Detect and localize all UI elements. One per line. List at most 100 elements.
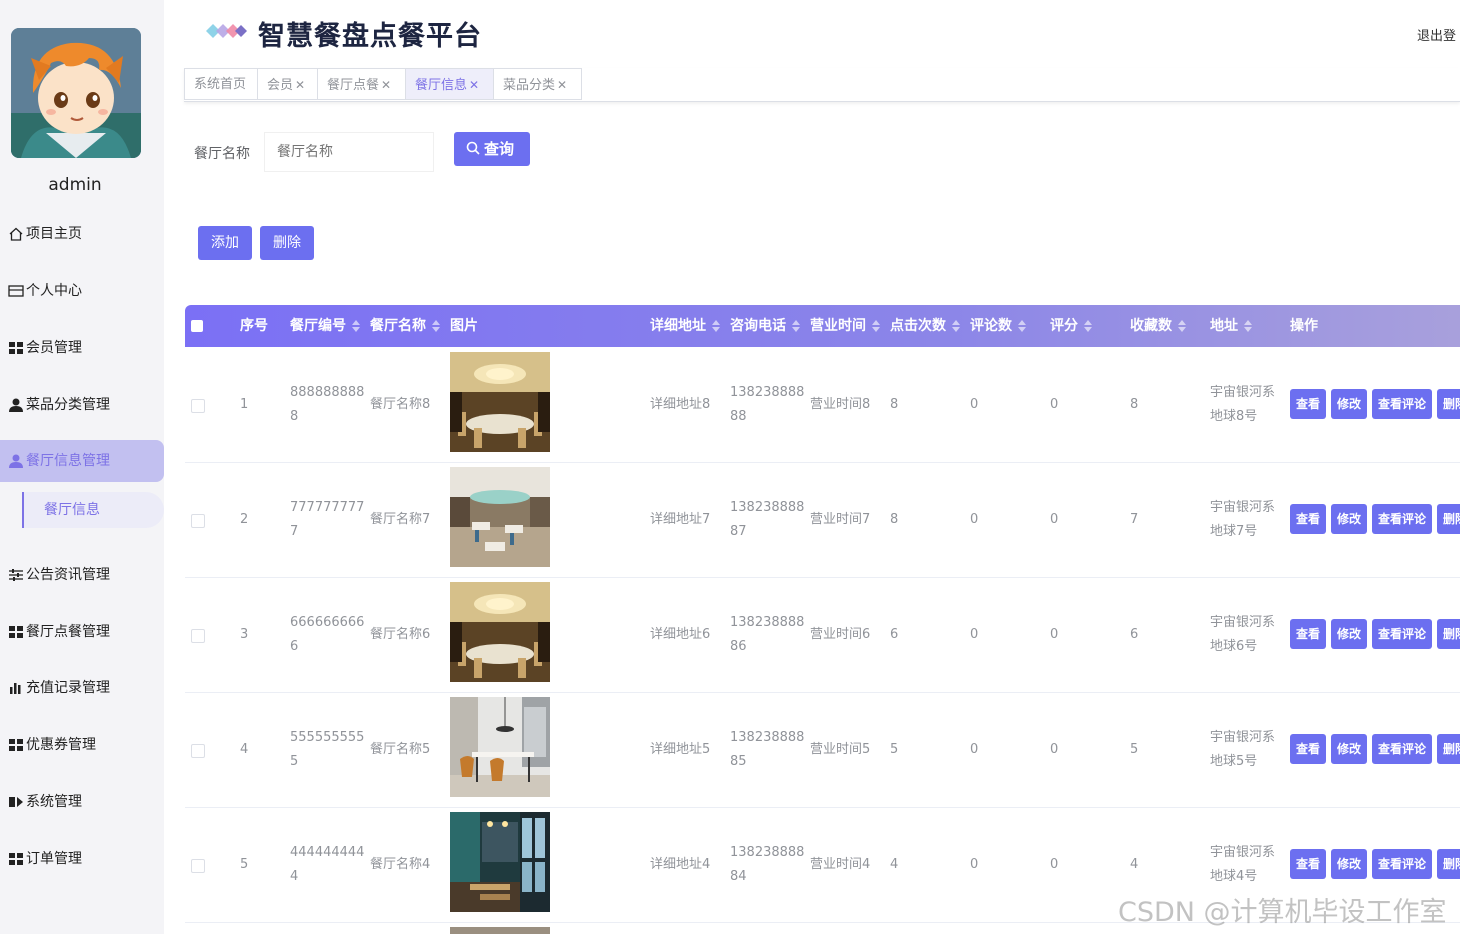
edit-button[interactable]: 修改 (1331, 849, 1368, 879)
sort-icon[interactable] (712, 320, 720, 332)
sort-icon[interactable] (1244, 320, 1252, 332)
row-checkbox[interactable] (191, 514, 205, 528)
edit-button[interactable]: 修改 (1331, 504, 1368, 534)
cell-code-line: 7 (290, 523, 299, 539)
cell-clicks: 6 (890, 626, 899, 642)
cell-favorites: 6 (1130, 626, 1139, 642)
sidebar-item-coupons[interactable]: 优惠券管理 (0, 724, 164, 766)
cell-code: 555555555 5 (290, 692, 365, 807)
view-button[interactable]: 查看 (1290, 504, 1327, 534)
cell-clicks: 8 (890, 511, 899, 527)
column-header-address[interactable]: 地址 (1210, 305, 1252, 347)
sidebar-item-ordering[interactable]: 餐厅点餐管理 (0, 611, 164, 653)
view-button[interactable]: 查看 (1290, 389, 1327, 419)
sidebar-subitem-restaurant-info[interactable]: 餐厅信息 (22, 492, 164, 528)
delete-row-button[interactable]: 删除 (1437, 619, 1460, 649)
cell-code-line: 8 (290, 408, 299, 424)
tab-bar: 系统首页 会员 ✕ 餐厅点餐 ✕ 餐厅信息 ✕ 菜品分类 ✕ (184, 68, 1460, 102)
close-icon[interactable]: ✕ (381, 78, 391, 92)
restaurant-image (450, 582, 550, 682)
search-button[interactable]: 查询 (454, 132, 530, 166)
search-input[interactable] (264, 132, 434, 172)
sidebar-item-members[interactable]: 会员管理 (0, 327, 164, 369)
column-header-favorites[interactable]: 收藏数 (1130, 305, 1186, 347)
column-header-phone[interactable]: 咨询电话 (730, 305, 800, 347)
cell-index: 4 (240, 741, 249, 757)
avatar[interactable] (11, 28, 141, 158)
delete-row-button[interactable]: 删除 (1437, 389, 1460, 419)
cell-address-line: 地球8号 (1210, 408, 1258, 424)
sidebar-item-recharge[interactable]: 充值记录管理 (0, 667, 164, 709)
cell-phone-line: 138238888 (730, 384, 805, 400)
sort-icon[interactable] (1084, 320, 1092, 332)
sidebar-item-restaurant-info[interactable]: 餐厅信息管理 (0, 440, 164, 482)
add-button[interactable]: 添加 (198, 226, 252, 260)
close-icon[interactable]: ✕ (557, 78, 567, 92)
sort-icon[interactable] (1178, 320, 1186, 332)
sort-icon[interactable] (1018, 320, 1026, 332)
page-title: 智慧餐盘点餐平台 (258, 21, 482, 52)
sidebar-item-label: 系统管理 (26, 794, 82, 810)
home-icon (9, 227, 23, 241)
tab-restaurant-info[interactable]: 餐厅信息 ✕ (405, 68, 494, 100)
cell-detail-address: 详细地址4 (650, 856, 711, 872)
column-header-name[interactable]: 餐厅名称 (370, 305, 440, 347)
cell-address: 宇宙银河系 地球6号 (1210, 577, 1285, 692)
select-all-checkbox[interactable] (191, 320, 203, 332)
sidebar-item-label: 优惠券管理 (26, 737, 96, 753)
sidebar-item-dish-category[interactable]: 菜品分类管理 (0, 384, 164, 426)
sidebar-item-orders[interactable]: 订单管理 (0, 838, 164, 880)
view-comments-button[interactable]: 查看评论 (1372, 619, 1433, 649)
column-header-comments[interactable]: 评论数 (970, 305, 1026, 347)
column-header-rating[interactable]: 评分 (1050, 305, 1092, 347)
view-button[interactable]: 查看 (1290, 849, 1327, 879)
sort-icon[interactable] (952, 320, 960, 332)
column-header-detail-address[interactable]: 详细地址 (650, 305, 720, 347)
view-comments-button[interactable]: 查看评论 (1372, 389, 1433, 419)
delete-row-button[interactable]: 删除 (1437, 734, 1460, 764)
sort-icon[interactable] (872, 320, 880, 332)
row-checkbox[interactable] (191, 859, 205, 873)
sidebar-item-system[interactable]: 系统管理 (0, 781, 164, 823)
close-icon[interactable]: ✕ (295, 78, 305, 92)
sort-icon[interactable] (432, 320, 440, 332)
view-comments-button[interactable]: 查看评论 (1372, 734, 1433, 764)
tab-dish-category[interactable]: 菜品分类 ✕ (493, 68, 582, 100)
delete-row-button[interactable]: 删除 (1437, 849, 1460, 879)
sidebar-item-news[interactable]: 公告资讯管理 (0, 554, 164, 596)
row-checkbox[interactable] (191, 744, 205, 758)
delete-button[interactable]: 删除 (260, 226, 314, 260)
sidebar-item-label: 订单管理 (26, 851, 82, 867)
cell-address: 宇宙银河系 地球5号 (1210, 692, 1285, 807)
edit-button[interactable]: 修改 (1331, 619, 1368, 649)
sort-icon[interactable] (792, 320, 800, 332)
logout-link[interactable]: 退出登 (1417, 25, 1456, 44)
column-header-clicks[interactable]: 点击次数 (890, 305, 960, 347)
delete-row-button[interactable]: 删除 (1437, 504, 1460, 534)
edit-button[interactable]: 修改 (1331, 734, 1368, 764)
column-header-code[interactable]: 餐厅编号 (290, 305, 360, 347)
tab-ordering[interactable]: 餐厅点餐 ✕ (317, 68, 406, 100)
view-comments-button[interactable]: 查看评论 (1372, 504, 1433, 534)
cell-name: 餐厅名称5 (370, 741, 431, 757)
row-checkbox[interactable] (191, 399, 205, 413)
column-header-hours[interactable]: 营业时间 (810, 305, 880, 347)
view-button[interactable]: 查看 (1290, 619, 1327, 649)
cell-comments: 0 (970, 626, 979, 642)
edit-button[interactable]: 修改 (1331, 389, 1368, 419)
view-comments-button[interactable]: 查看评论 (1372, 849, 1433, 879)
search-button-label: 查询 (484, 140, 515, 158)
cell-code-line: 444444444 (290, 844, 365, 860)
row-actions: 查看修改查看评论删除 (1290, 849, 1460, 879)
sort-icon[interactable] (352, 320, 360, 332)
tab-home[interactable]: 系统首页 (184, 68, 258, 100)
view-button[interactable]: 查看 (1290, 734, 1327, 764)
tab-members[interactable]: 会员 ✕ (257, 68, 318, 100)
sidebar-item-profile[interactable]: 个人中心 (0, 270, 164, 312)
close-icon[interactable]: ✕ (469, 78, 479, 92)
row-checkbox[interactable] (191, 629, 205, 643)
cell-address-line: 宇宙银河系 (1210, 844, 1276, 860)
sidebar-item-home[interactable]: 项目主页 (0, 213, 164, 255)
row-actions: 查看修改查看评论删除 (1290, 504, 1460, 534)
sidebar-item-label: 公告资讯管理 (26, 567, 110, 583)
